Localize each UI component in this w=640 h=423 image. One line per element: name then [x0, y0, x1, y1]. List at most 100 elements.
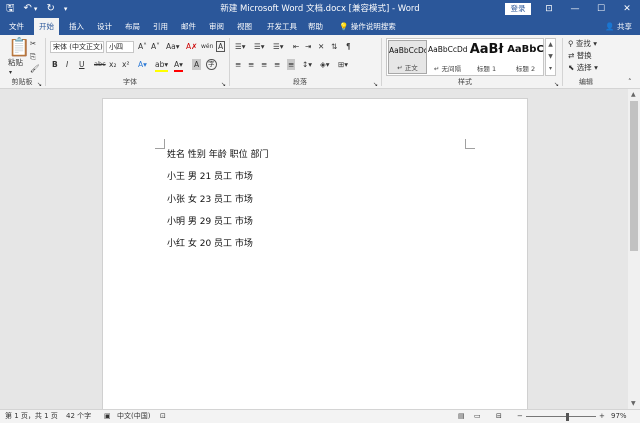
tab-design[interactable]: 设计 — [92, 18, 117, 35]
bullets-icon[interactable]: ☰▾ — [235, 41, 246, 52]
numbering-icon[interactable]: ☰▾ — [254, 41, 265, 52]
chevron-up-icon[interactable]: ▲ — [546, 39, 555, 51]
paste-dropdown-icon[interactable]: ▾ — [9, 67, 12, 78]
tab-layout[interactable]: 布局 — [120, 18, 145, 35]
vertical-scrollbar[interactable]: ▲ ▼ — [628, 89, 640, 409]
text-line[interactable]: 姓名 性别 年龄 职位 部门 — [167, 149, 268, 161]
tab-insert[interactable]: 插入 — [64, 18, 89, 35]
share-button[interactable]: 👤 共享 — [605, 18, 632, 35]
proofing-icon[interactable]: ▣ — [104, 410, 111, 423]
zoom-level[interactable]: 97% — [611, 410, 627, 423]
copy-icon[interactable]: ⎘ — [30, 51, 36, 62]
tell-me-search[interactable]: 💡 操作说明搜索 — [334, 18, 401, 35]
tab-home[interactable]: 开始 — [34, 18, 59, 35]
font-family-select[interactable]: 宋体 (中文正文) — [50, 41, 104, 53]
tab-mailings[interactable]: 邮件 — [176, 18, 201, 35]
title-bar: 🖫 ↶ ▾ ↻ ▾ 新建 Microsoft Word 文档.docx [兼容模… — [0, 0, 640, 18]
read-mode-icon[interactable]: ▤ — [458, 410, 465, 423]
person-icon: 👤 — [605, 22, 615, 31]
close-button[interactable]: ✕ — [614, 0, 640, 18]
tab-help[interactable]: 帮助 — [303, 18, 328, 35]
decrease-indent-icon[interactable]: ⇤ — [293, 41, 299, 52]
tab-view[interactable]: 视图 — [232, 18, 257, 35]
enclose-characters-icon[interactable]: 字 — [206, 59, 217, 70]
distributed-icon[interactable]: ≡ — [287, 59, 296, 70]
tab-developer[interactable]: 开发工具 — [262, 18, 302, 35]
zoom-slider-thumb[interactable] — [566, 413, 569, 421]
style-sample: AaBbC — [507, 44, 544, 55]
bold-button[interactable]: B — [52, 59, 58, 70]
borders-icon[interactable]: ⊞▾ — [338, 59, 348, 70]
ribbon-display-options-icon[interactable]: ⊡ — [536, 0, 562, 18]
select-label: 选择 ▾ — [576, 63, 598, 72]
show-marks-icon[interactable]: ¶ — [346, 41, 351, 52]
scrollbar-thumb[interactable] — [630, 101, 638, 251]
align-right-icon[interactable]: ≡ — [261, 59, 267, 70]
word-count[interactable]: 42 个字 — [66, 410, 91, 423]
increase-indent-icon[interactable]: ⇥ — [305, 41, 311, 52]
clear-formatting-icon[interactable]: A✗ — [186, 41, 197, 52]
zoom-slider[interactable] — [526, 416, 596, 417]
cut-icon[interactable]: ✂ — [30, 38, 36, 49]
more-styles-icon[interactable]: ▾ — [546, 63, 555, 75]
italic-button[interactable]: I — [66, 59, 68, 70]
share-label: 共享 — [617, 22, 632, 31]
document-page[interactable]: 姓名 性别 年龄 职位 部门 小王 男 21 员工 市场 小张 女 23 员工 … — [102, 98, 528, 418]
align-left-icon[interactable]: ≡ — [235, 59, 241, 70]
minimize-button[interactable]: — — [562, 0, 588, 18]
text-line[interactable]: 小张 女 23 员工 市场 — [167, 194, 253, 206]
maximize-button[interactable]: ☐ — [588, 0, 614, 18]
line-spacing-icon[interactable]: ↕▾ — [302, 59, 312, 70]
underline-button[interactable]: U — [79, 59, 85, 70]
format-painter-icon[interactable]: 🖌 — [30, 63, 40, 74]
text-line[interactable]: 小明 男 29 员工 市场 — [167, 216, 253, 228]
replace-button[interactable]: ⇄ 替换 — [568, 50, 592, 61]
highlight-color-icon[interactable]: ab▾ — [155, 59, 169, 72]
text-effects-icon[interactable]: A▾ — [138, 59, 147, 70]
tab-references[interactable]: 引用 — [148, 18, 173, 35]
style-normal[interactable]: AaBbCcDd ↵ 正文 — [388, 40, 427, 74]
print-layout-icon[interactable]: ▭ — [474, 410, 481, 423]
font-color-icon[interactable]: A▾ — [174, 59, 183, 72]
style-heading-2[interactable]: AaBbC 标题 2 — [506, 40, 545, 74]
change-case-icon[interactable]: Aa▾ — [166, 41, 180, 52]
strikethrough-button[interactable]: abc — [94, 59, 106, 70]
scroll-down-icon[interactable]: ▼ — [631, 400, 636, 407]
page-count[interactable]: 第 1 页，共 1 页 — [5, 410, 58, 423]
style-name: ↵ 无间隔 — [433, 65, 461, 73]
shrink-font-icon[interactable]: A˅ — [151, 41, 160, 52]
zoom-out-button[interactable]: − — [517, 410, 523, 423]
style-heading-1[interactable]: AaBł 标题 1 — [467, 40, 506, 74]
multilevel-list-icon[interactable]: ☰▾ — [273, 41, 284, 52]
superscript-button[interactable]: x² — [122, 59, 129, 70]
tab-file[interactable]: 文件 — [4, 18, 29, 35]
scroll-up-icon[interactable]: ▲ — [631, 91, 636, 98]
phonetic-guide-icon[interactable]: wén — [201, 41, 213, 52]
chevron-down-icon[interactable]: ▼ — [546, 51, 555, 63]
character-shading-icon[interactable]: A — [192, 59, 202, 70]
web-layout-icon[interactable]: ⊟ — [496, 410, 502, 423]
grow-font-icon[interactable]: A˄ — [138, 41, 147, 52]
styles-scroller[interactable]: ▲ ▼ ▾ — [545, 38, 556, 76]
character-border-icon[interactable]: A — [216, 41, 226, 52]
tell-me-label: 操作说明搜索 — [350, 22, 396, 31]
sort-icon[interactable]: ⇅ — [331, 41, 337, 52]
text-line[interactable]: 小王 男 21 员工 市场 — [167, 171, 253, 183]
collapse-ribbon-icon[interactable]: ˄ — [628, 77, 632, 88]
align-center-icon[interactable]: ≡ — [248, 59, 254, 70]
login-button[interactable]: 登录 — [505, 3, 531, 15]
tab-review[interactable]: 审阅 — [204, 18, 229, 35]
style-no-spacing[interactable]: AaBbCcDd ↵ 无间隔 — [428, 40, 467, 74]
language-indicator[interactable]: 中文(中国) — [117, 410, 150, 423]
text-line[interactable]: 小红 女 20 员工 市场 — [167, 238, 253, 250]
chinese-layout-icon[interactable]: ✕ — [318, 41, 324, 52]
subscript-button[interactable]: x₂ — [109, 59, 116, 70]
zoom-in-button[interactable]: + — [599, 410, 605, 423]
find-button[interactable]: ⚲ 查找 ▾ — [568, 38, 597, 49]
paste-icon[interactable]: 📋 — [8, 39, 30, 57]
shading-icon[interactable]: ◈▾ — [320, 59, 330, 70]
font-size-select[interactable]: 小四 — [106, 41, 134, 53]
select-button[interactable]: ⬉ 选择 ▾ — [568, 62, 598, 73]
macro-record-icon[interactable]: ⊡ — [160, 410, 166, 423]
justify-icon[interactable]: ≡ — [274, 59, 280, 70]
